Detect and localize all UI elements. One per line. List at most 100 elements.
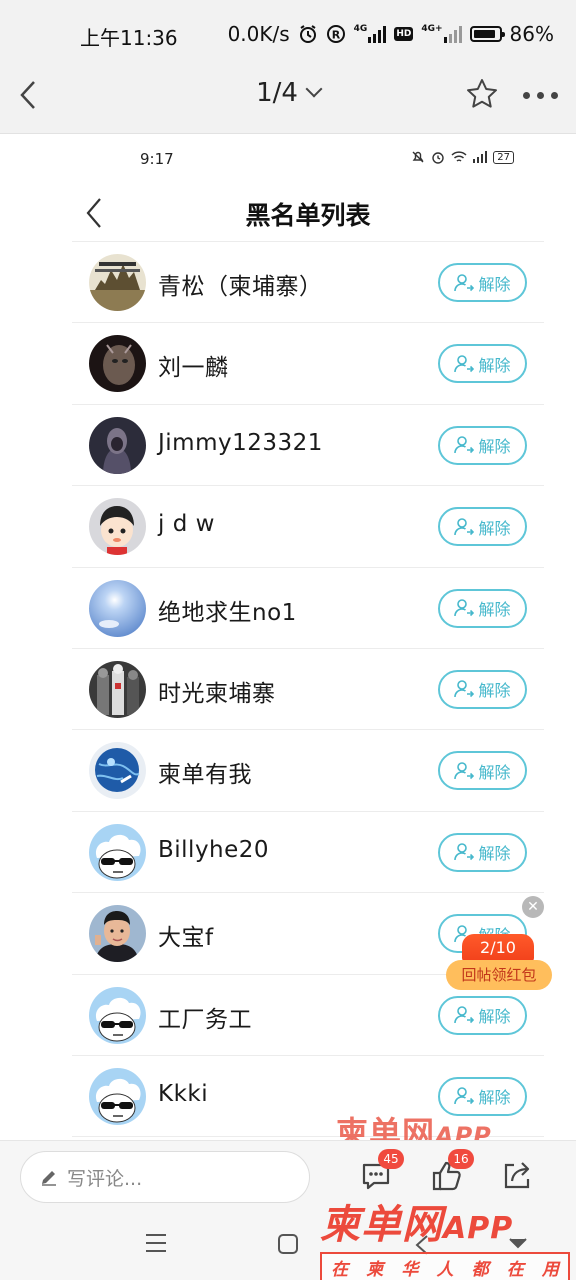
comment-input[interactable]: 写评论... [20,1151,310,1203]
slogan-char: 用 [541,1259,559,1280]
unblock-label: 解除 [478,355,511,375]
avatar[interactable] [89,660,146,718]
blacklist: 青松（柬埔寨） 解除 刘一麟 解除 Jimmy123321 解除 j d w 解… [72,242,544,1138]
pencil-icon [42,1171,56,1186]
share-icon [504,1162,530,1189]
user-name: 绝地求生no1 [158,599,297,626]
network-type-a: 4G [353,24,368,34]
watermark-logo-large: 柬单网APP [320,1192,570,1250]
user-unblock-icon [454,517,475,535]
user-name: 工厂务工 [158,1006,252,1033]
user-unblock-icon [454,355,475,372]
unblock-label: 解除 [478,600,511,620]
promo-label: 回帖领红包 [446,960,552,990]
share-button[interactable] [500,1159,534,1193]
like-button[interactable]: 16 [430,1149,474,1193]
home-icon[interactable] [278,1234,298,1254]
battery-percent: 86% [509,22,554,46]
status-icons: 0.0K/s R 4G HD 4G+ 86% [228,22,554,46]
watermark-slogan: 在 柬 华 人 都 在 用 [320,1252,570,1280]
list-item: j d w 解除 [72,486,544,568]
unblock-button[interactable]: 解除 [438,995,527,1035]
list-item: 时光柬埔寨 解除 [72,649,544,731]
unblock-button[interactable]: 解除 [438,263,527,302]
signal-icon [473,151,488,163]
slogan-char: 都 [471,1259,489,1280]
avatar[interactable] [89,335,146,393]
user-unblock-icon [454,762,475,779]
user-unblock-icon [454,843,475,861]
user-unblock-icon [454,1006,475,1024]
unblock-label: 解除 [478,762,511,782]
inner-battery: 27 [493,150,514,164]
comment-count-badge: 45 [378,1149,404,1169]
inner-status-time: 9:17 [140,150,174,168]
page-indicator-text: 1/4 [256,78,298,108]
user-name: Kkki [158,1080,209,1107]
list-item: 柬单有我 解除 [72,730,544,812]
avatar[interactable] [89,579,146,637]
unblock-label: 解除 [478,1007,511,1027]
list-item: 青松（柬埔寨） 解除 [72,242,544,324]
avatar[interactable] [89,823,146,881]
unblock-button[interactable]: 解除 [438,344,527,384]
promo-count: 2/10 [462,934,534,962]
unblock-button[interactable]: 解除 [438,669,527,709]
network-type-b: 4G+ [421,24,443,34]
comment-placeholder: 写评论... [67,1167,143,1190]
hd-badge: HD [394,27,414,41]
list-item: 刘一麟 解除 [72,323,544,405]
unblock-label: 解除 [478,681,511,701]
avatar[interactable] [89,1067,146,1125]
watermark-app: APP [443,1211,514,1246]
slogan-char: 在 [506,1259,524,1280]
watermark-brand: 柬单网 [320,1202,443,1248]
list-item: 绝地求生no1 解除 [72,568,544,649]
favorite-star-icon[interactable] [464,76,500,112]
avatar[interactable] [89,905,146,963]
avatar[interactable] [89,986,146,1044]
battery-icon [469,26,505,42]
user-unblock-icon [454,436,475,454]
unblock-button[interactable]: 解除 [438,507,527,547]
user-unblock-icon [454,680,475,698]
user-name: j d w [158,511,215,538]
slogan-char: 在 [331,1259,349,1280]
user-unblock-icon [454,599,475,617]
page-title: 黑名单列表 [245,201,371,230]
list-item: Jimmy123321 解除 [72,405,544,487]
slogan-char: 人 [436,1259,454,1280]
unblock-button[interactable]: 解除 [438,588,527,628]
wifi-icon [451,151,467,162]
unblock-button[interactable]: 解除 [438,751,527,791]
alarm-icon [299,25,316,43]
user-name: 大宝f [158,925,214,952]
chevron-down-icon [305,80,323,98]
alarm-icon [432,152,444,164]
comments-button[interactable]: 45 [360,1149,404,1193]
like-count-badge: 16 [448,1149,474,1169]
user-name: Jimmy123321 [158,429,323,456]
blacklist-header: 黑名单列表 [72,186,544,242]
signal-icon [368,25,387,43]
unblock-button[interactable]: 解除 [438,425,527,465]
unblock-button[interactable]: 解除 [438,832,527,872]
unblock-label: 解除 [478,1088,511,1108]
avatar[interactable] [89,254,146,311]
close-icon[interactable]: ✕ [522,896,544,918]
red-packet-promo[interactable]: ✕ 2/10 回帖领红包 [446,896,552,996]
unblock-label: 解除 [478,274,511,294]
user-unblock-icon [454,273,475,291]
avatar[interactable] [89,498,146,556]
slogan-char: 华 [401,1259,419,1280]
menu-icon[interactable] [146,1234,166,1258]
list-item: Billyhe20 解除 [72,812,544,894]
unblock-label: 解除 [478,844,511,864]
avatar[interactable] [89,416,146,474]
more-options-icon[interactable] [523,92,558,99]
inner-status-bar: 9:17 27 [0,148,576,172]
top-nav-bar: 1/4 [0,56,576,134]
svg-text:R: R [331,29,340,42]
status-time: 上午11:36 [80,26,178,50]
avatar[interactable] [89,742,146,800]
